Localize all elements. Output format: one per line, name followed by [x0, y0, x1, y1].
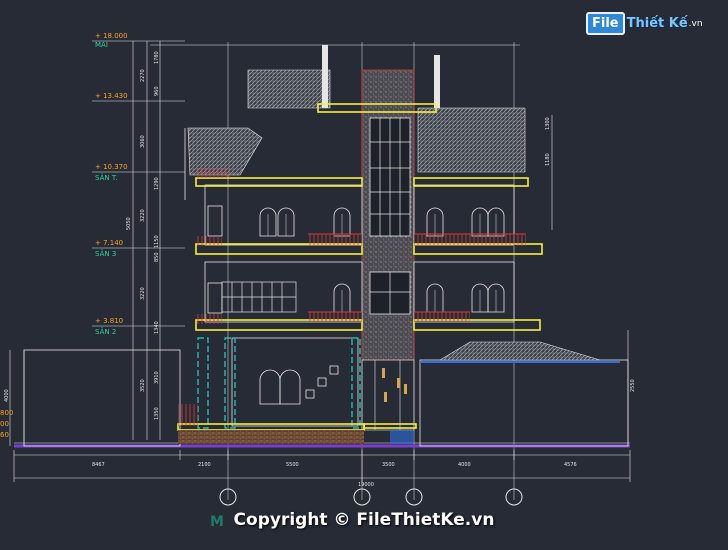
ground-elev-partial: 800 [0, 409, 13, 417]
elevation-drawing: + 18.000 MÁI + 13.430 + 10.370 SÂN T. + … [0, 32, 636, 506]
level-elev: + 18.000 [95, 32, 128, 40]
dim-text: 1290 [154, 177, 160, 190]
dim-text: 8467 [92, 462, 105, 468]
level-elev: + 10.370 [95, 163, 128, 171]
level-name: SÂN 3 [95, 249, 116, 258]
dim-text: 5050 [126, 217, 132, 230]
dim-text: 2550 [630, 379, 636, 392]
dim-text: 1180 [545, 153, 551, 166]
ground-elev-partial: 60 [0, 431, 9, 439]
level-leaders [92, 40, 185, 327]
dim-text: 3500 [382, 462, 395, 468]
dim-text: 4576 [564, 462, 577, 468]
dim-text: 850 [154, 252, 160, 262]
axis-bubbles [219, 488, 523, 506]
entry-stair [361, 359, 415, 431]
ground-elev-partial: 00 [0, 420, 9, 428]
plinth [178, 430, 364, 444]
dim-text: 1300 [545, 117, 551, 130]
level-name: SÂN T. [95, 173, 118, 182]
dim-text: 2270 [140, 69, 146, 82]
right-fence [419, 359, 629, 447]
cad-viewport[interactable]: + 18.000 MÁI + 13.430 + 10.370 SÂN T. + … [0, 0, 728, 550]
logo-box: File [586, 12, 625, 35]
site-logo: File Thiết Kế .vn [586, 12, 703, 35]
dim-text: 960 [154, 86, 160, 96]
dim-text: 1350 [154, 407, 160, 420]
dim-text: 2100 [198, 462, 211, 468]
logo-text: Thiết Kế [626, 16, 688, 31]
wall-vents [305, 365, 339, 399]
dim-text: 3220 [140, 287, 146, 300]
dim-text: 1780 [154, 51, 160, 64]
columns [197, 337, 361, 429]
garage-roof [438, 341, 601, 361]
dim-text: 3220 [140, 209, 146, 222]
dim-text: 4000 [458, 462, 471, 468]
level-name: SÂN 2 [95, 327, 116, 336]
dim-text: 3060 [140, 135, 146, 148]
dim-text: 1340 [154, 321, 160, 334]
level-elev: + 13.430 [95, 92, 128, 100]
level-labels: + 18.000 MÁI + 13.430 + 10.370 SÂN T. + … [0, 32, 128, 439]
dim-text: 3520 [140, 379, 146, 392]
logo-tld: .vn [688, 18, 703, 29]
left-fence [23, 349, 181, 447]
copyright-watermark: Copyright © FileThietKe.vn [233, 510, 495, 530]
total-dim-text: 19000 [358, 482, 374, 488]
roof-left-upper [247, 69, 331, 109]
dim-text: 1150 [154, 235, 160, 248]
level-name: MÁI [95, 40, 108, 49]
dim-text: 3910 [154, 371, 160, 384]
bottom-dimension-lines [13, 450, 631, 482]
dim-text: 5500 [286, 462, 299, 468]
left-staircase [221, 281, 297, 313]
bottom-dimension-texts: 8467 2100 5500 3500 4000 4576 19000 [92, 462, 577, 488]
level-elev: + 7.140 [95, 239, 123, 247]
level-elev: + 3.810 [95, 317, 123, 325]
dim-text: 4000 [4, 389, 10, 402]
roof-right [417, 107, 526, 173]
roof-left-lower [187, 127, 263, 176]
